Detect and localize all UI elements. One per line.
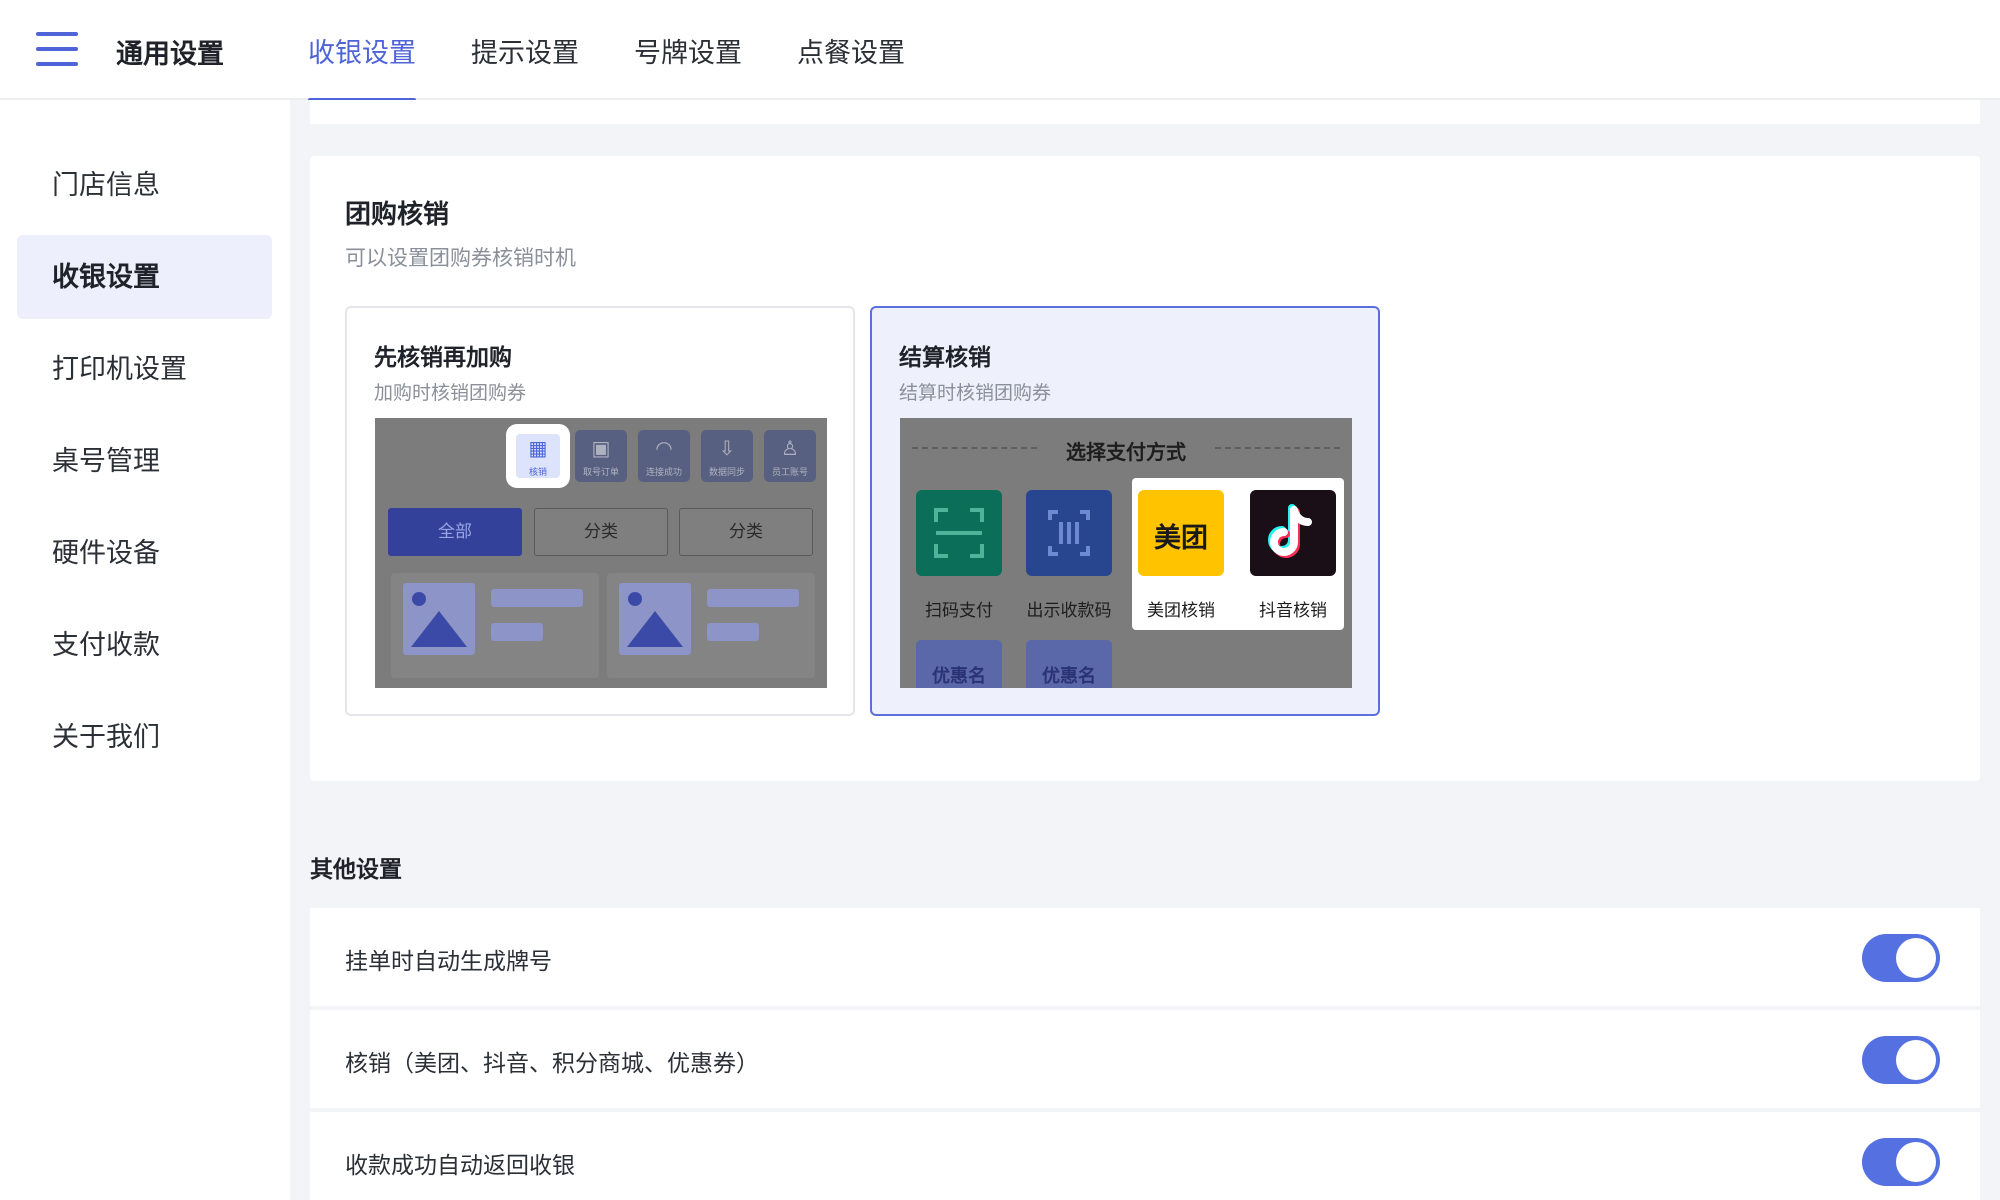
- auto-return-toggle[interactable]: [1862, 1138, 1940, 1186]
- barcode-icon: [1026, 490, 1112, 576]
- previous-card-bottom: [310, 100, 1980, 124]
- preview-pay-heading: 选择支付方式: [1066, 442, 1186, 464]
- option-subtitle: 结算时核销团购券: [899, 383, 1052, 404]
- image-placeholder-icon: [619, 583, 691, 655]
- preview-pill-all: 全部: [388, 508, 522, 556]
- verification-toggle[interactable]: [1862, 1036, 1940, 1084]
- preview-goods-card: [607, 573, 815, 678]
- group-buy-subtitle: 可以设置团购券核销时机: [345, 247, 576, 270]
- meituan-logo: 美团: [1138, 490, 1224, 576]
- other-settings-title: 其他设置: [310, 856, 402, 882]
- table-number-icon: ▣ 取号订单: [575, 430, 627, 482]
- setting-label: 挂单时自动生成牌号: [345, 948, 552, 974]
- sidebar-item-cashier-settings[interactable]: 收银设置: [17, 235, 272, 319]
- page-title: 通用设置: [116, 39, 224, 69]
- image-placeholder-icon: [403, 583, 475, 655]
- auto-number-toggle[interactable]: [1862, 934, 1940, 982]
- setting-row: 核销（美团、抖音、积分商城、优惠券）: [310, 1010, 1980, 1108]
- preview-coupon: 优惠名: [916, 640, 1002, 688]
- preview-pill-category: 分类: [534, 508, 668, 556]
- top-bar: 通用设置 收银设置 提示设置 号牌设置 点餐设置: [0, 0, 2000, 102]
- setting-row: 收款成功自动返回收银: [310, 1112, 1980, 1200]
- setting-row: 挂单时自动生成牌号: [310, 908, 1980, 1006]
- sidebar-item-table-management[interactable]: 桌号管理: [17, 419, 272, 503]
- option-verify-before-addon[interactable]: 先核销再加购 加购时核销团购券 ▦ 核销 ▣ 取号订单 ◠ 连接成功 ⇩ 数据同…: [345, 306, 855, 716]
- pay-method-label: 美团核销: [1147, 601, 1215, 620]
- setting-label: 核销（美团、抖音、积分商城、优惠券）: [345, 1050, 759, 1076]
- user-icon: ♙ 员工账号: [764, 430, 816, 482]
- tab-number-tag-settings[interactable]: 号牌设置: [634, 0, 742, 100]
- group-buy-card: 团购核销 可以设置团购券核销时机 先核销再加购 加购时核销团购券 ▦ 核销 ▣ …: [310, 156, 1980, 781]
- preview-coupon: 优惠名: [1026, 640, 1112, 688]
- option-title: 先核销再加购: [374, 344, 512, 370]
- wifi-icon: ◠ 连接成功: [638, 430, 690, 482]
- pay-method-label: 扫码支付: [925, 601, 993, 620]
- sidebar-item-payment[interactable]: 支付收款: [17, 603, 272, 687]
- douyin-logo: [1250, 490, 1336, 576]
- main-content[interactable]: 团购核销 可以设置团购券核销时机 先核销再加购 加购时核销团购券 ▦ 核销 ▣ …: [290, 100, 2000, 1200]
- download-icon: ⇩ 数据同步: [701, 430, 753, 482]
- tab-bar: 收银设置 提示设置 号牌设置 点餐设置: [308, 0, 960, 102]
- qrcode-icon: ▦ 核销: [512, 430, 564, 482]
- option-preview-image: 选择支付方式 扫码支付 出示收款码 美团 美团核销 抖音核销 优惠名 优惠名: [900, 418, 1352, 688]
- group-buy-title: 团购核销: [345, 199, 450, 229]
- sidebar-item-printer-settings[interactable]: 打印机设置: [17, 327, 272, 411]
- scan-icon: [916, 490, 1002, 576]
- option-verify-at-checkout[interactable]: 结算核销 结算时核销团购券 选择支付方式 扫码支付 出示收款码 美团 美团核销 …: [870, 306, 1380, 716]
- hamburger-menu-icon[interactable]: [36, 32, 78, 66]
- option-title: 结算核销: [899, 344, 991, 370]
- pay-method-label: 出示收款码: [1026, 601, 1112, 620]
- tab-cashier-settings[interactable]: 收银设置: [308, 0, 416, 102]
- option-subtitle: 加购时核销团购券: [374, 383, 527, 404]
- option-preview-image: ▦ 核销 ▣ 取号订单 ◠ 连接成功 ⇩ 数据同步 ♙ 员工账号 全部 分类 分…: [375, 418, 827, 688]
- tab-prompt-settings[interactable]: 提示设置: [471, 0, 579, 100]
- sidebar: 门店信息 收银设置 打印机设置 桌号管理 硬件设备 支付收款 关于我们: [0, 100, 290, 1200]
- sidebar-item-store-info[interactable]: 门店信息: [17, 143, 272, 227]
- preview-pill-category: 分类: [679, 508, 813, 556]
- pay-method-label: 抖音核销: [1259, 601, 1327, 620]
- sidebar-item-about-us[interactable]: 关于我们: [17, 695, 272, 779]
- sidebar-item-hardware[interactable]: 硬件设备: [17, 511, 272, 595]
- tab-ordering-settings[interactable]: 点餐设置: [797, 0, 905, 100]
- preview-goods-card: [391, 573, 599, 678]
- setting-label: 收款成功自动返回收银: [345, 1152, 575, 1178]
